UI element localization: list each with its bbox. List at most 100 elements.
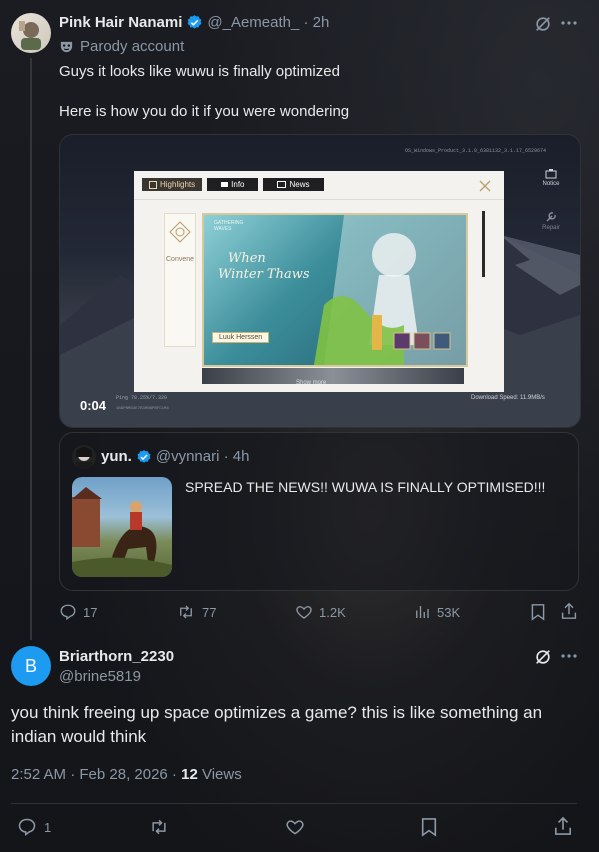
reply-timestamp[interactable]: 2:52 AM · Feb 28, 2026 ·	[11, 766, 181, 783]
reply-like-button[interactable]	[284, 817, 306, 837]
painting-image	[72, 487, 172, 577]
avatar[interactable]	[11, 13, 51, 53]
event-banner[interactable]: GATHERING WAVES When Winter Thaws Luuk H…	[202, 213, 468, 367]
repost-count: 77	[202, 604, 217, 620]
repost-icon	[180, 605, 192, 619]
highlights-icon	[149, 180, 157, 189]
reply-grok-icon[interactable]	[534, 648, 552, 666]
wrench-icon	[546, 212, 556, 222]
tab-highlights-label: Highlights	[160, 180, 196, 189]
thread-line	[30, 58, 32, 640]
reply-reply-button[interactable]: 1	[16, 817, 51, 837]
tab-news-label: News	[289, 180, 310, 189]
reply-heart-icon	[286, 820, 304, 835]
launcher-window: Highlights Info News Convene GATHERING W…	[134, 171, 504, 392]
reply-avatar[interactable]: B	[11, 646, 51, 686]
reply-text-line2: indian would think	[11, 727, 147, 746]
post-text-line1: Guys it looks like wuwu is finally optim…	[59, 63, 340, 80]
tab-news[interactable]: News	[263, 178, 324, 191]
mask-icon	[59, 39, 74, 54]
reply-avatar-letter: B	[24, 655, 37, 676]
show-more-button[interactable]: Show more	[296, 380, 326, 386]
tab-highlights[interactable]: Highlights	[142, 178, 203, 191]
convene-label: Convene	[166, 256, 195, 263]
reply-icon	[60, 604, 76, 621]
parody-badge: Parody account	[59, 38, 184, 55]
banner-small-top: GATHERING WAVES	[214, 220, 244, 232]
notice-label: Notice	[542, 181, 560, 187]
like-button[interactable]: 1.2K	[295, 603, 346, 621]
reply-reply-icon	[18, 818, 36, 836]
reply-views-label: Views	[197, 766, 242, 783]
reply-bookmark-icon	[421, 818, 437, 837]
video-timestamp: 0:04	[80, 398, 107, 413]
convene-card[interactable]: Convene	[164, 213, 196, 347]
character-name: Luuk Herssen	[219, 334, 263, 341]
banner-scrollbar[interactable]	[482, 211, 485, 277]
post-header: Pink Hair Nanami @_Aemeath_ · 2h	[59, 14, 329, 31]
reply-share-icon	[554, 816, 572, 835]
reply-bookmark-button[interactable]	[420, 817, 438, 837]
views-button[interactable]: 53K	[413, 603, 460, 621]
reply-views-count: 12	[181, 766, 198, 783]
quote-avatar-image	[76, 447, 92, 469]
repost-button[interactable]: 77	[176, 603, 216, 621]
handle-time[interactable]: @_Aemeath_ · 2h	[207, 14, 329, 31]
video-player[interactable]: OS_Windows_Product_3.1.0_6381132_3.1.17_…	[59, 134, 581, 428]
tab-bar: Highlights Info News	[142, 178, 324, 191]
avatar-illustration	[19, 21, 41, 50]
launcher-close-icon[interactable]	[478, 179, 492, 193]
reply-count: 17	[83, 604, 98, 620]
repair-button[interactable]: Repair	[536, 211, 566, 231]
reply-divider	[11, 803, 577, 804]
post-text-line2: Here is how you do it if you were wonder…	[59, 103, 350, 120]
reply-share-button[interactable]	[554, 816, 572, 836]
heart-icon	[296, 606, 312, 619]
parody-label: Parody account	[80, 38, 185, 55]
quote-avatar[interactable]	[72, 445, 96, 469]
download-speed: Download Speed: 11.9MB/s	[471, 395, 545, 401]
notice-button[interactable]: Notice	[536, 169, 566, 187]
video-left-info: Ping 78.25%/7.320	[116, 395, 168, 401]
reply-repost-icon	[152, 819, 166, 835]
next-banner-strip	[202, 368, 464, 384]
like-count: 1.2K	[319, 604, 346, 620]
reply-button[interactable]: 17	[59, 603, 97, 621]
bookmark-icon	[531, 604, 545, 621]
info-icon	[221, 182, 229, 187]
reply-reply-count: 1	[44, 819, 52, 835]
quote-verified-icon	[136, 449, 152, 465]
character-name-badge: Luuk Herssen	[212, 332, 270, 343]
author-name[interactable]: Pink Hair Nanami	[59, 14, 182, 31]
repair-label: Repair	[542, 225, 560, 231]
quote-thumbnail[interactable]	[72, 477, 172, 577]
tab-info[interactable]: Info	[207, 178, 259, 191]
quote-card[interactable]: yun. @vynnari · 4h SPREAD THE NEWS!! WUW…	[59, 432, 579, 591]
bookmark-button[interactable]	[530, 603, 546, 621]
quote-header: yun. @vynnari · 4h	[101, 448, 249, 465]
reply-more-options-icon[interactable]	[561, 654, 577, 658]
share-button[interactable]	[561, 602, 577, 620]
more-options-icon[interactable]	[561, 21, 577, 25]
quote-handle-time[interactable]: @vynnari · 4h	[156, 448, 250, 465]
divider	[134, 199, 504, 200]
banner-title-line2: Winter Thaws	[218, 267, 310, 282]
reply-meta: 2:52 AM · Feb 28, 2026 · 12 Views	[11, 766, 242, 783]
video-build-text: OS_Windows_Product_3.1.0_6381132_3.1.17_…	[405, 148, 547, 154]
views-count: 53K	[437, 604, 461, 620]
verified-icon	[186, 14, 203, 31]
views-icon	[416, 606, 429, 618]
convene-emblem-icon	[169, 221, 191, 243]
banner-title-line1: When	[228, 251, 266, 266]
video-left-info2: 1BGPNM34E7E30N6PBFC1M4	[116, 407, 169, 411]
tab-info-label: Info	[231, 180, 245, 189]
quote-author-name[interactable]: yun.	[101, 448, 132, 465]
reply-author-name[interactable]: Briarthorn_2230	[59, 648, 174, 665]
grok-icon[interactable]	[534, 15, 552, 33]
share-icon	[561, 602, 577, 619]
quote-text: SPREAD THE NEWS!! WUWA IS FINALLY OPTIMI…	[185, 479, 546, 495]
reply-handle[interactable]: @brine5819	[59, 668, 141, 685]
notice-icon	[545, 169, 557, 179]
reply-repost-button[interactable]	[148, 817, 170, 837]
news-icon	[277, 181, 287, 188]
